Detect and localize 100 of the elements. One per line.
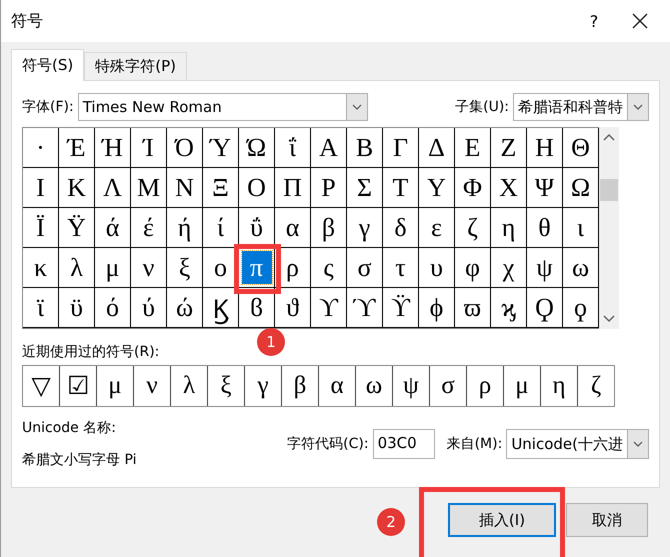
symbol-cell[interactable]: ϖ	[455, 288, 491, 328]
symbol-cell[interactable]: π	[239, 248, 275, 288]
symbol-cell[interactable]: Ψ	[527, 168, 563, 208]
symbol-cell[interactable]: γ	[347, 208, 383, 248]
symbol-cell[interactable]: φ	[455, 248, 491, 288]
symbol-cell[interactable]: μ	[95, 248, 131, 288]
symbol-cell[interactable]: Κ	[59, 168, 95, 208]
symbol-cell[interactable]: ζ	[455, 208, 491, 248]
symbol-cell[interactable]: ι	[563, 208, 599, 248]
symbol-cell[interactable]: ϗ	[491, 288, 527, 328]
symbol-cell[interactable]: ή	[167, 208, 203, 248]
symbol-cell[interactable]: ψ	[527, 248, 563, 288]
tab[interactable]: 符号(S)	[11, 49, 84, 81]
from-dropdown[interactable]: Unicode(十六进	[506, 429, 649, 459]
from-label: 来自(M):	[446, 435, 502, 453]
symbol-cell[interactable]: Δ	[419, 128, 455, 168]
symbol-cell[interactable]: ϕ	[419, 288, 455, 328]
step-number: 2	[377, 508, 405, 536]
char-code-field[interactable]: 03C0	[372, 429, 435, 459]
symbol-cell[interactable]: ώ	[167, 288, 203, 328]
symbol-cell[interactable]: Ϊ	[23, 208, 59, 248]
symbol-cell[interactable]: υ	[419, 248, 455, 288]
symbol-cell[interactable]: δ	[383, 208, 419, 248]
symbol-cell[interactable]: ϒ	[311, 288, 347, 328]
symbol-cell[interactable]: Π	[275, 168, 311, 208]
scroll-thumb[interactable]	[600, 179, 618, 201]
symbol-cell[interactable]: τ	[383, 248, 419, 288]
symbol-cell[interactable]: Ε	[455, 128, 491, 168]
font-dropdown[interactable]: Times New Roman	[78, 93, 368, 121]
scroll-up-icon[interactable]	[603, 133, 615, 141]
symbol-cell[interactable]: Θ	[563, 128, 599, 168]
symbol-cell[interactable]: Ϋ	[59, 208, 95, 248]
insert-button[interactable]: 插入(I)	[448, 503, 556, 537]
char-code-label: 字符代码(C):	[287, 435, 369, 453]
symbol-cell[interactable]: Σ	[347, 168, 383, 208]
symbol-cell[interactable]: ϓ	[347, 288, 383, 328]
symbol-cell[interactable]: Ζ	[491, 128, 527, 168]
font-label: 字体(F):	[22, 98, 74, 116]
scrollbar[interactable]	[599, 127, 619, 329]
symbol-cell[interactable]: Έ	[59, 128, 95, 168]
symbol-cell[interactable]: Ό	[167, 128, 203, 168]
window-title: 符号	[11, 10, 44, 32]
symbol-cell[interactable]: Λ	[95, 168, 131, 208]
symbol-cell[interactable]: έ	[131, 208, 167, 248]
symbol-cell[interactable]: ε	[419, 208, 455, 248]
subset-label: 子集(U):	[455, 98, 509, 116]
symbol-cell[interactable]: κ	[23, 248, 59, 288]
highlight-frame	[234, 244, 281, 294]
close-icon[interactable]	[632, 13, 648, 29]
symbol-cell[interactable]: Ν	[167, 168, 203, 208]
dropdown-caret-icon	[633, 441, 643, 447]
symbol-cell[interactable]: ύ	[131, 288, 167, 328]
symbol-cell[interactable]: ό	[95, 288, 131, 328]
symbol-cell[interactable]: λ	[59, 248, 95, 288]
symbol-cell[interactable]: ·	[23, 128, 59, 168]
symbol-cell[interactable]: Ί	[131, 128, 167, 168]
symbol-cell[interactable]: ΐ	[275, 128, 311, 168]
symbol-cell[interactable]: χ	[491, 248, 527, 288]
symbol-cell[interactable]: η	[491, 208, 527, 248]
symbol-cell[interactable]: Η	[527, 128, 563, 168]
symbol-cell[interactable]: ϔ	[383, 288, 419, 328]
symbol-cell[interactable]: Ρ	[311, 168, 347, 208]
help-button[interactable]: ?	[584, 12, 604, 30]
symbol-cell[interactable]: Ξ	[203, 168, 239, 208]
subset-dropdown[interactable]: 希腊语和科普特	[513, 93, 649, 121]
symbol-cell[interactable]: Φ	[455, 168, 491, 208]
symbol-cell[interactable]: Ω	[563, 168, 599, 208]
symbol-cell[interactable]: Μ	[131, 168, 167, 208]
symbol-cell[interactable]: Τ	[383, 168, 419, 208]
symbol-cell[interactable]: ν	[131, 248, 167, 288]
symbol-cell[interactable]: ϋ	[59, 288, 95, 328]
symbol-cell[interactable]: ς	[311, 248, 347, 288]
symbol-cell[interactable]: Β	[347, 128, 383, 168]
symbol-cell[interactable]: ω	[563, 248, 599, 288]
recent-symbol[interactable]: ζ	[578, 366, 614, 406]
unicode-name-value: 希腊文小写字母 Pi	[22, 451, 138, 469]
symbol-cell[interactable]: Υ	[419, 168, 455, 208]
symbol-cell[interactable]: ξ	[167, 248, 203, 288]
symbol-cell[interactable]: Ϙ	[527, 288, 563, 328]
unicode-name-label: Unicode 名称:	[22, 419, 117, 437]
symbol-cell[interactable]: ά	[95, 208, 131, 248]
symbol-cell[interactable]: Ή	[95, 128, 131, 168]
symbol-cell[interactable]: Γ	[383, 128, 419, 168]
symbol-cell[interactable]: Ι	[23, 168, 59, 208]
tab[interactable]: 特殊字符(P)	[84, 52, 187, 80]
symbol-cell[interactable]: Χ	[491, 168, 527, 208]
symbol-cell[interactable]: Ύ	[203, 128, 239, 168]
recent-symbols-label: 近期使用过的符号(R):	[22, 343, 160, 361]
cancel-button[interactable]: 取消	[566, 503, 648, 537]
symbol-cell[interactable]: β	[311, 208, 347, 248]
symbol-cell[interactable]: Ο	[239, 168, 275, 208]
symbol-cell[interactable]: θ	[527, 208, 563, 248]
symbol-cell[interactable]: ί	[203, 208, 239, 248]
symbol-cell[interactable]: ϙ	[563, 288, 599, 328]
scroll-down-icon[interactable]	[603, 315, 615, 323]
symbol-cell[interactable]: ϊ	[23, 288, 59, 328]
symbol-cell[interactable]: Α	[311, 128, 347, 168]
symbol-cell[interactable]: Ώ	[239, 128, 275, 168]
symbol-cell[interactable]: ϑ	[275, 288, 311, 328]
symbol-cell[interactable]: σ	[347, 248, 383, 288]
